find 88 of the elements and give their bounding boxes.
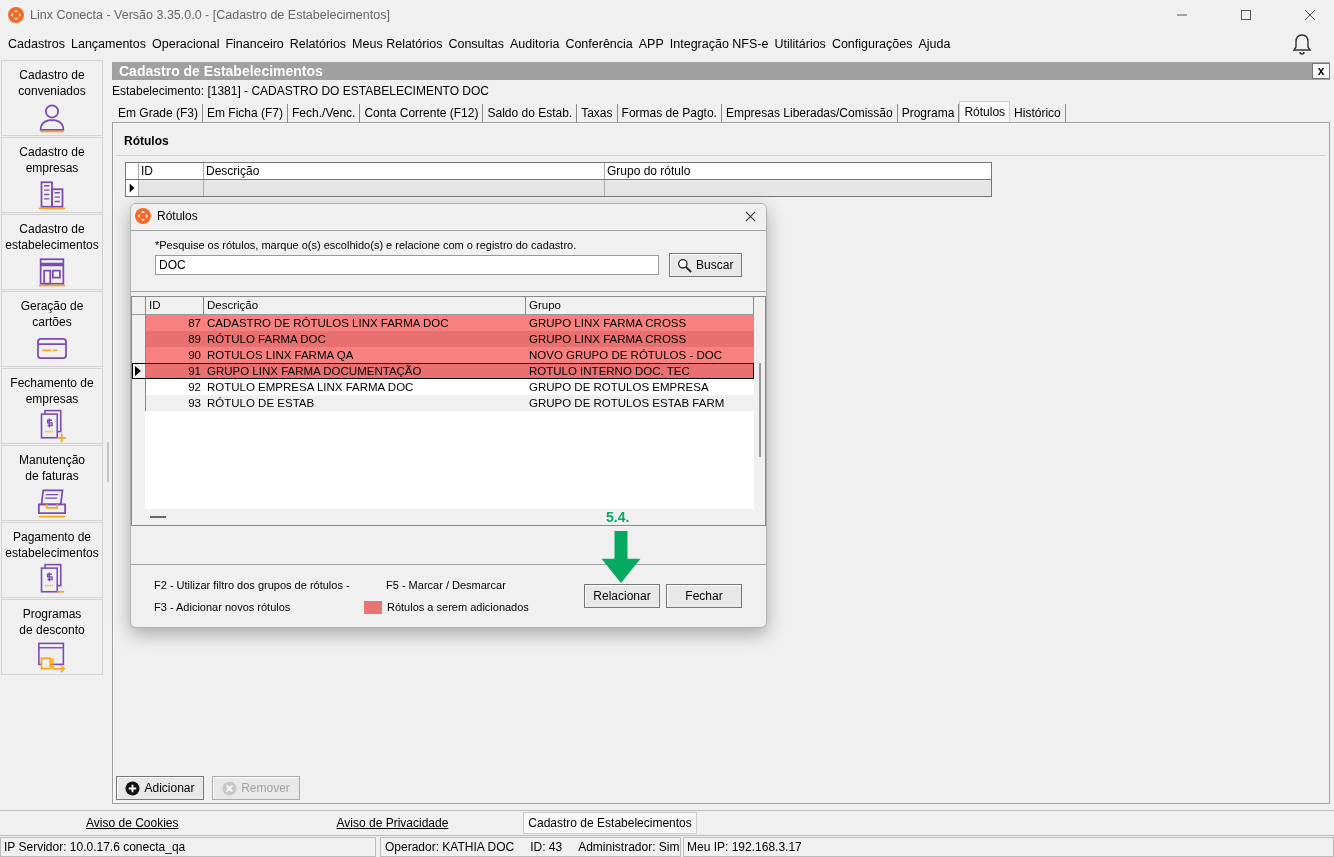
sidebar-item[interactable]: Manutenção de faturas	[1, 445, 103, 521]
close-icon[interactable]	[1304, 9, 1316, 21]
table-cell-text: 89	[187, 332, 202, 347]
admin-status: Administrador: Sim	[578, 839, 680, 856]
dialog-button[interactable]: Relacionar	[584, 584, 660, 608]
ip-status: Meu IP: 192.168.3.17	[683, 837, 1334, 857]
table-cell-text: GRUPO LINX FARMA CROSS	[528, 332, 688, 347]
section-title: Rótulos	[124, 134, 169, 148]
menu-item[interactable]: Financeiro	[225, 37, 284, 51]
table-cell-text: NOVO GRUPO DE RÓTULOS - DOC	[528, 348, 723, 363]
menu-item[interactable]: Cadastros	[8, 37, 65, 51]
table-cell-text: CADASTRO DE RÓTULOS LINX FARMA DOC	[206, 316, 450, 331]
footer-link[interactable]: Aviso de Cookies	[86, 816, 179, 830]
table-cell-text: 90	[187, 348, 202, 363]
menu-item[interactable]: Relatórios	[289, 37, 347, 51]
menu-item[interactable]: APP	[638, 37, 664, 51]
table-cell-text: ROTULO EMPRESA LINX FARMA DOC	[206, 380, 415, 395]
sidebar-item[interactable]: Pagamento de estabelecimentos	[1, 522, 103, 598]
menu-item[interactable]: Operacional	[152, 37, 220, 51]
tab[interactable]: Rótulos	[959, 101, 1011, 122]
table-cell-text: 87	[187, 316, 202, 331]
table-cell-text: 93	[187, 396, 202, 411]
table-cell-text: GRUPO LINX FARMA DOCUMENTAÇÃO	[206, 364, 423, 379]
table-cell-text: 92	[187, 380, 202, 395]
shortcut-hint: F3 - Adicionar novos rótulos	[154, 601, 292, 613]
search-button[interactable]: Buscar	[668, 253, 742, 277]
footer-link[interactable]: Aviso de Privacidade	[336, 816, 449, 830]
table-row[interactable]: 90 ROTULOS LINX FARMA QA NOVO GRUPO DE RÓTULOS - DOC	[132, 347, 754, 363]
menu-item[interactable]: Conferência	[565, 37, 633, 51]
table-row[interactable]: 89 RÓTULO FARMA DOC GRUPO LINX FARMA CROSS	[132, 331, 754, 347]
menu-item[interactable]: Integração NFS-e	[669, 37, 769, 51]
plus-icon	[125, 780, 141, 796]
table-cell-text: 91	[187, 364, 202, 379]
app-logo-icon	[8, 7, 24, 23]
table-cell-text: ROTULOS LINX FARMA QA	[206, 348, 355, 363]
legend-label: Rótulos a serem adicionados	[387, 601, 529, 613]
app-logo-icon	[135, 208, 151, 224]
shortcut-hint: F2 - Utilizar filtro dos grupos de rótulos	[154, 578, 344, 591]
table-cell-text: GRUPO LINX FARMA CROSS	[528, 316, 688, 331]
table-row[interactable]: 91 GRUPO LINX FARMA DOCUMENTAÇÃO ROTULO INTERNO DOC. TEC	[132, 363, 754, 379]
menu-item[interactable]: Ajuda	[918, 37, 951, 51]
close-button[interactable]: x	[1312, 63, 1330, 79]
table-row[interactable]: 92 ROTULO EMPRESA LINX FARMA DOC GRUPO DE ROTULOS EMPRESA	[132, 379, 754, 395]
footer-tab[interactable]: Cadastro de Estabelecimentos	[523, 812, 697, 834]
table-cell-text: ROTULO INTERNO DOC. TEC	[528, 364, 691, 379]
step-annotation: 5.4.	[606, 509, 630, 525]
column-header[interactable]: Descrição	[203, 163, 604, 179]
dialog-title: Rótulos	[157, 209, 198, 223]
operator-status: Operador: KATHIA DOC	[385, 839, 515, 856]
table-cell-text: GRUPO DE ROTULOS EMPRESA	[528, 380, 710, 395]
dash-mark	[150, 516, 166, 518]
bell-icon[interactable]	[1292, 33, 1312, 55]
sidebar-item[interactable]: Cadastro de estabelecimentos	[1, 214, 103, 290]
sidebar-item[interactable]: Cadastro de empresas	[1, 137, 103, 213]
close-icon[interactable]	[745, 210, 756, 222]
menu-item[interactable]: Auditoria	[510, 37, 560, 51]
menu-item[interactable]: Utilitários	[774, 37, 826, 51]
form-title: Cadastro de Estabelecimentos	[119, 63, 324, 79]
maximize-icon[interactable]	[1240, 9, 1252, 21]
menu-item[interactable]: Meus Relatórios	[352, 37, 443, 51]
column-header[interactable]: ID	[146, 297, 204, 314]
window-title: Linx Conecta - Versão 3.35.0.0 - [Cadastro de Estabelecimentos]	[30, 8, 390, 22]
table-row[interactable]: 87 CADASTRO DE RÓTULOS LINX FARMA DOC GRUPO LINX FARMA CROSS	[132, 315, 754, 331]
column-header[interactable]: Grupo do rótulo	[604, 163, 991, 179]
remove-icon	[222, 780, 238, 796]
id-status: ID: 43	[530, 839, 563, 856]
sidebar-item[interactable]: Geração de cartões	[1, 291, 103, 367]
column-header[interactable]: Descrição	[204, 297, 526, 314]
shortcut-hint: F5 - Marcar / Desmarcar	[386, 578, 506, 591]
instruction-text: *Pesquise os rótulos, marque o(s) escolhido(s) e relacione com o registro do cadastro.	[155, 239, 578, 253]
server-status: IP Servidor: 10.0.17.6 conecta_qa	[0, 837, 376, 857]
table-cell-text: RÓTULO DE ESTAB	[206, 396, 316, 411]
menu-item[interactable]: Configurações	[831, 37, 913, 51]
sidebar-item[interactable]: Cadastro de conveniados	[1, 60, 103, 136]
table-cell-text: RÓTULO FARMA DOC	[206, 332, 327, 347]
establishment-label: Estabelecimento: [1381] - CADASTRO DO ESTABELECIMENTO DOC	[112, 83, 490, 100]
table-cell-text: GRUPO DE ROTULOS ESTAB FARM	[528, 396, 726, 411]
sidebar-item[interactable]: Fechamento de empresas	[1, 368, 103, 444]
search-field[interactable]: DOC	[155, 255, 659, 275]
table-cell	[138, 180, 203, 196]
menu-item[interactable]: Consultas	[448, 37, 505, 51]
sidebar-item[interactable]: Programas de desconto	[1, 599, 103, 675]
column-header[interactable]: ID	[138, 163, 203, 179]
separator-text: -	[346, 578, 351, 591]
menu-item[interactable]: Lançamentos	[71, 37, 147, 51]
action-button[interactable]: Adicionar	[116, 776, 204, 800]
search-icon	[677, 257, 693, 273]
dialog-button[interactable]: Fechar	[666, 584, 742, 608]
